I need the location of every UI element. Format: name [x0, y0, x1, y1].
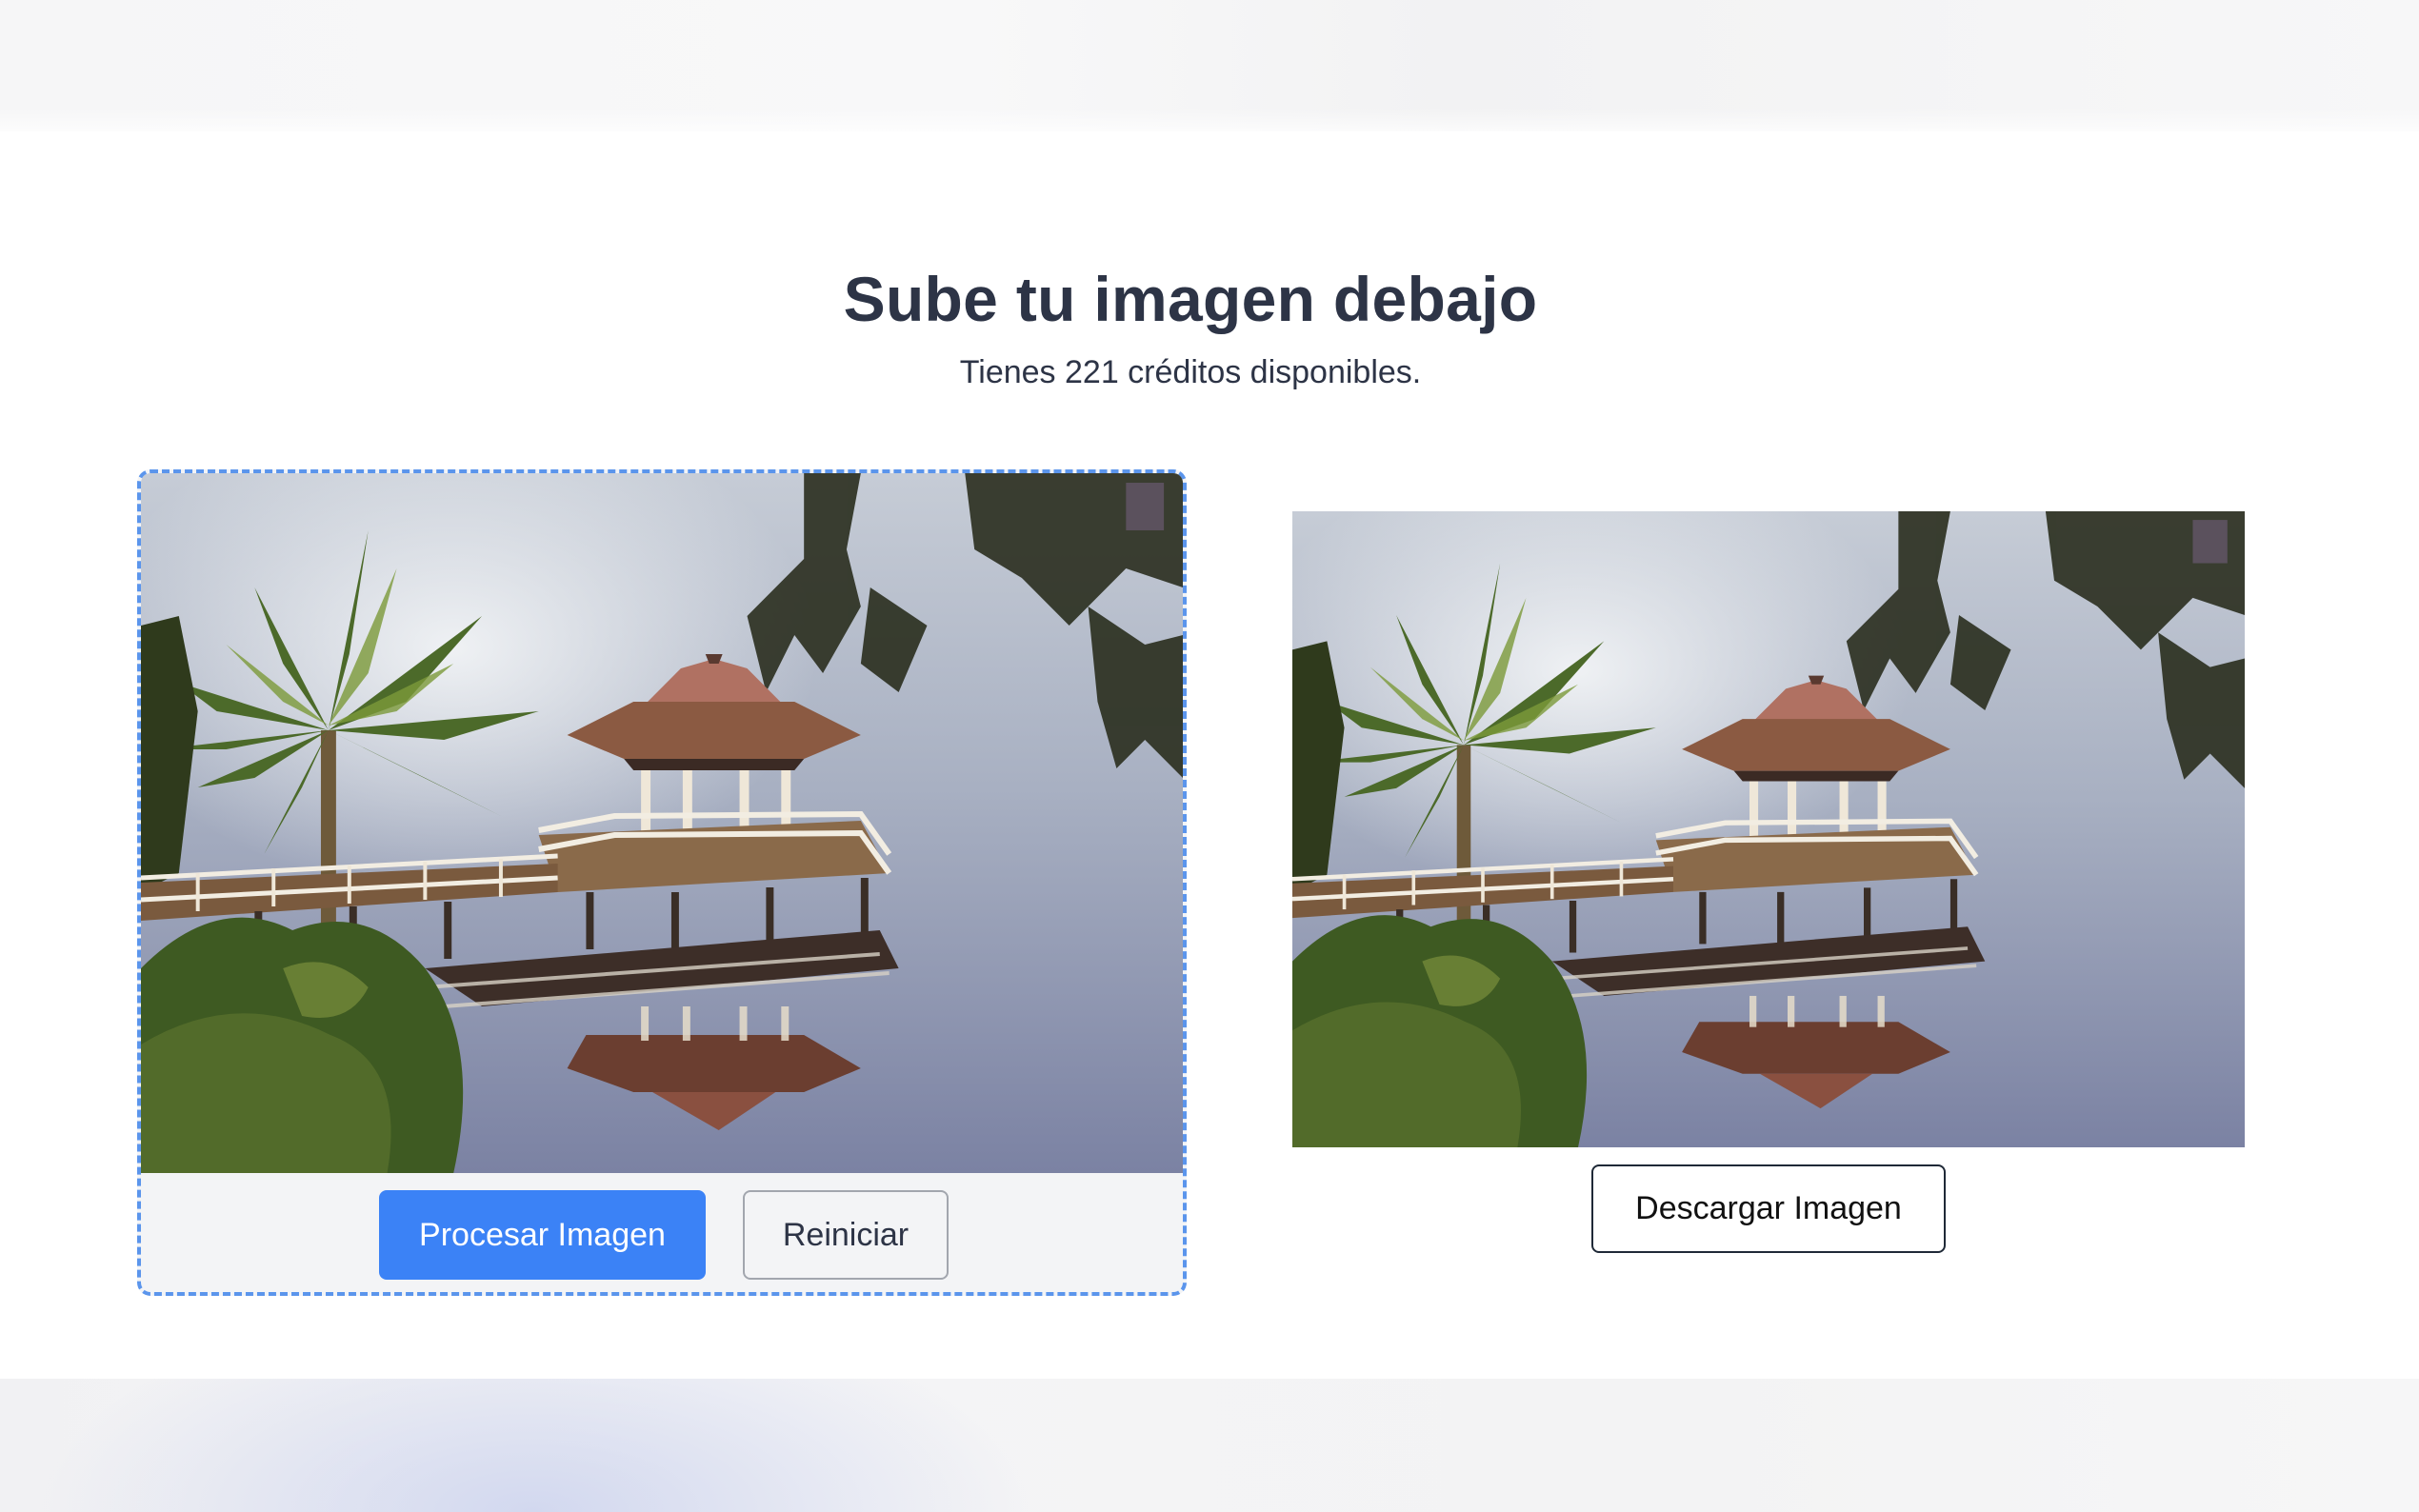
download-image-button[interactable]: Descargar Imagen	[1591, 1164, 1946, 1253]
upload-dropzone[interactable]: Procesar Imagen Reiniciar	[137, 469, 1187, 1296]
reset-button[interactable]: Reiniciar	[743, 1190, 949, 1280]
processed-image	[1292, 511, 2245, 1147]
upload-actions: Procesar Imagen Reiniciar	[141, 1173, 1183, 1292]
top-band	[0, 0, 2419, 131]
bottom-band	[0, 1379, 2419, 1512]
process-image-button[interactable]: Procesar Imagen	[379, 1190, 706, 1280]
page-title: Sube tu imagen debajo	[843, 264, 1538, 335]
credits-text: Tienes 221 créditos disponibles.	[959, 354, 1422, 390]
original-image	[141, 473, 1183, 1173]
